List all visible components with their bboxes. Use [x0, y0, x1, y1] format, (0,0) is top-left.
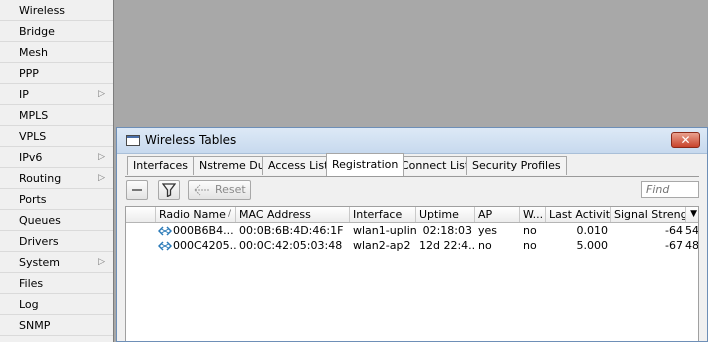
filter-icon	[162, 183, 176, 197]
reset-button-label: Reset	[215, 183, 246, 196]
window-icon	[126, 135, 140, 146]
column-header-wds[interactable]: W...	[520, 207, 546, 222]
menu-item-label: Wireless	[19, 4, 66, 17]
cell-last-activity: 5.000	[576, 239, 609, 252]
column-header-select[interactable]	[126, 207, 156, 222]
cell-signal-rate: 48	[685, 239, 699, 252]
column-header-signal-strength[interactable]: Signal Strengt...	[611, 207, 686, 222]
column-header-last-activity[interactable]: Last Activit...	[546, 207, 611, 222]
menu-item-label: System	[19, 256, 61, 269]
menu-item-bridge[interactable]: Bridge	[0, 21, 113, 42]
menu-item-files[interactable]: Files	[0, 273, 113, 294]
submenu-arrow-icon: ▷	[98, 257, 105, 267]
menu-item-label: IPv6	[19, 151, 43, 164]
menu-item-label: Bridge	[19, 25, 55, 38]
menu-item-label: Files	[19, 277, 44, 290]
cell-signal-strength: -64	[665, 224, 683, 237]
menu-item-label: Mesh	[19, 46, 48, 59]
filter-button[interactable]	[158, 180, 180, 200]
wireless-station-icon	[158, 226, 172, 236]
cell-radio-name: 000C4205...	[156, 238, 236, 253]
menu-item-ipv6[interactable]: IPv6 ▷	[0, 147, 113, 168]
menu-item-label: VPLS	[19, 130, 47, 143]
close-button[interactable]: ✕	[671, 132, 700, 148]
tab-connect-list[interactable]: Connect List	[395, 156, 476, 175]
table-header: Radio Name / MAC Address Interface Uptim…	[126, 207, 698, 223]
table-row[interactable]: 000B6B4... 00:0B:6B:4D:46:1F wlan1-uplin…	[126, 223, 698, 238]
columns-menu-button[interactable]: ▼	[686, 207, 698, 222]
menu-item-mpls[interactable]: MPLS	[0, 105, 113, 126]
window-titlebar[interactable]: Wireless Tables ✕	[117, 128, 707, 154]
dropdown-arrow-icon: ▼	[690, 209, 697, 219]
menu-item-snmp[interactable]: SNMP	[0, 315, 113, 336]
submenu-arrow-icon: ▷	[98, 173, 105, 183]
main-menu: Wireless Bridge Mesh PPP IP ▷ MPLS VPLS I…	[0, 0, 114, 342]
menu-item-ports[interactable]: Ports	[0, 189, 113, 210]
cell-text: 000C4205...	[173, 239, 236, 252]
menu-item-label: Routing	[19, 172, 62, 185]
reset-icon	[194, 184, 210, 196]
cell-ap: no	[478, 239, 492, 252]
cell-text: 000B6B4...	[173, 224, 234, 237]
menu-item-label: Log	[19, 298, 39, 311]
remove-button[interactable]	[126, 180, 148, 200]
tab-security-profiles[interactable]: Security Profiles	[466, 156, 567, 175]
menu-item-mesh[interactable]: Mesh	[0, 42, 113, 63]
cell-interface: wlan2-ap2	[353, 239, 411, 252]
registration-table: Radio Name / MAC Address Interface Uptim…	[125, 206, 699, 341]
window-title: Wireless Tables	[145, 133, 237, 147]
menu-item-ip[interactable]: IP ▷	[0, 84, 113, 105]
cell-mac-address: 00:0C:42:05:03:48	[239, 239, 343, 252]
cell-wds: no	[523, 224, 537, 237]
cell-signal-strength: -67	[665, 239, 683, 252]
cell-wds: no	[523, 239, 537, 252]
menu-item-queues[interactable]: Queues	[0, 210, 113, 231]
sort-indicator-icon: /	[227, 209, 231, 219]
cell-last-activity: 0.010	[576, 224, 609, 237]
minus-icon	[132, 189, 142, 191]
reset-button[interactable]: Reset	[188, 180, 251, 200]
cell-ap: yes	[478, 224, 498, 237]
column-header-label: Radio Name	[159, 208, 226, 221]
wireless-station-icon	[158, 241, 172, 251]
cell-signal-rate: 54	[685, 224, 699, 237]
find-input[interactable]	[641, 181, 699, 198]
menu-item-label: Queues	[19, 214, 61, 227]
menu-item-routing[interactable]: Routing ▷	[0, 168, 113, 189]
menu-item-label: MPLS	[19, 109, 49, 122]
column-header-radio-name[interactable]: Radio Name /	[156, 207, 236, 222]
column-header-interface[interactable]: Interface	[350, 207, 416, 222]
wireless-tables-window: Wireless Tables ✕ Interfaces Nstreme Dua…	[116, 127, 708, 342]
submenu-arrow-icon: ▷	[98, 152, 105, 162]
menu-item-ppp[interactable]: PPP	[0, 63, 113, 84]
cell-radio-name: 000B6B4...	[156, 223, 236, 238]
column-header-mac-address[interactable]: MAC Address	[236, 207, 350, 222]
menu-item-wireless[interactable]: Wireless	[0, 0, 113, 21]
column-header-uptime[interactable]: Uptime	[416, 207, 475, 222]
tab-registration[interactable]: Registration	[326, 153, 405, 176]
menu-item-label: SNMP	[19, 319, 51, 332]
menu-item-system[interactable]: System ▷	[0, 252, 113, 273]
menu-item-label: Drivers	[19, 235, 59, 248]
menu-item-vpls[interactable]: VPLS	[0, 126, 113, 147]
cell-interface: wlan1-uplink	[353, 224, 416, 237]
menu-item-log[interactable]: Log	[0, 294, 113, 315]
tab-interfaces[interactable]: Interfaces	[127, 156, 194, 175]
menu-item-label: PPP	[19, 67, 39, 80]
tab-bar: Interfaces Nstreme Dual Access List Regi…	[125, 153, 699, 177]
menu-item-label: IP	[19, 88, 29, 101]
cell-uptime: 12d 22:4...	[419, 239, 475, 252]
submenu-arrow-icon: ▷	[98, 89, 105, 99]
menu-item-drivers[interactable]: Drivers	[0, 231, 113, 252]
cell-uptime: 02:18:03	[422, 224, 472, 237]
menu-item-label: Ports	[19, 193, 47, 206]
column-header-ap[interactable]: AP	[475, 207, 520, 222]
cell-mac-address: 00:0B:6B:4D:46:1F	[239, 224, 344, 237]
tab-access-list[interactable]: Access List	[262, 156, 335, 175]
table-row[interactable]: 000C4205... 00:0C:42:05:03:48 wlan2-ap2 …	[126, 238, 698, 253]
